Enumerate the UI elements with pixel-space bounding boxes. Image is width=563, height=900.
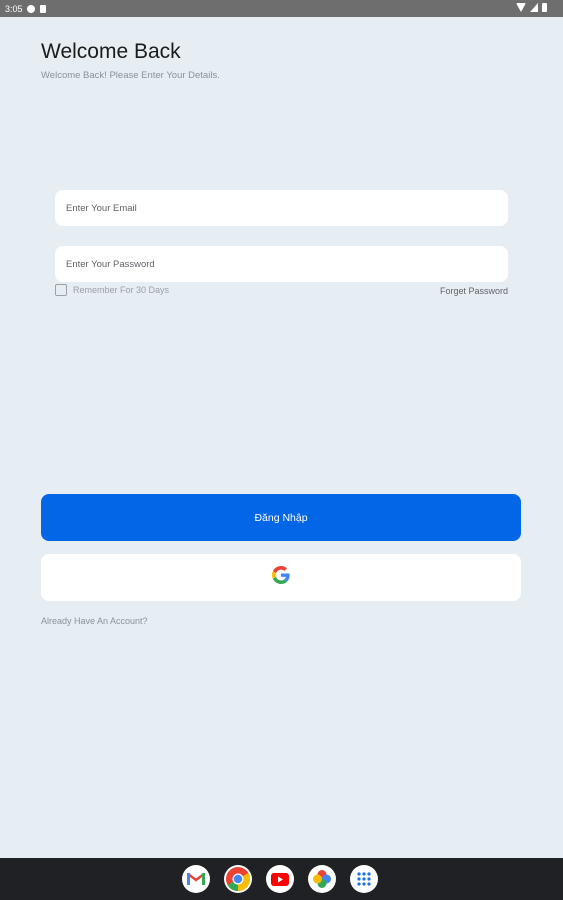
- sim-icon: [39, 4, 46, 13]
- google-signin-button[interactable]: [41, 554, 521, 601]
- app-drawer-icon[interactable]: [350, 865, 378, 893]
- gmail-icon[interactable]: [182, 865, 210, 893]
- status-time: 3:05: [5, 3, 23, 14]
- battery-icon: [542, 3, 547, 12]
- remember-label: Remember For 30 Days: [73, 285, 170, 295]
- google-icon: [272, 566, 290, 589]
- forgot-password-link[interactable]: Forget Password: [440, 286, 508, 296]
- login-button-label: Đăng Nhập: [254, 511, 308, 524]
- signup-link[interactable]: Already Have An Account?: [41, 616, 148, 626]
- login-button[interactable]: Đăng Nhập: [41, 494, 521, 541]
- page-subtitle: Welcome Back! Please Enter Your Details.: [41, 70, 220, 81]
- youtube-icon[interactable]: [266, 865, 294, 893]
- status-bar: 3:05: [0, 0, 563, 17]
- page-title: Welcome Back: [41, 40, 181, 63]
- chrome-icon[interactable]: [224, 865, 252, 893]
- remember-checkbox[interactable]: [55, 284, 67, 296]
- notification-icon: [26, 4, 35, 13]
- photos-icon[interactable]: [308, 865, 336, 893]
- app-dock: [182, 865, 378, 893]
- wifi-icon: [516, 3, 526, 12]
- signal-icon: [530, 3, 538, 12]
- taskbar: [0, 858, 563, 900]
- email-field[interactable]: [55, 190, 508, 226]
- status-indicators: [516, 3, 547, 12]
- remember-me[interactable]: Remember For 30 Days: [55, 284, 169, 296]
- password-field[interactable]: [55, 246, 508, 282]
